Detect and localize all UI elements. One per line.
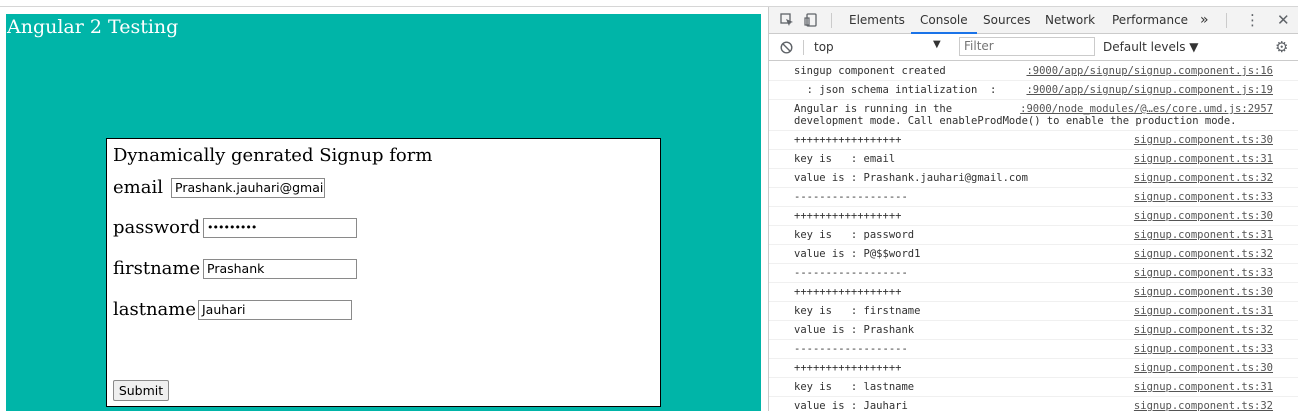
console-message: key is : password signup.component.ts:31 [769, 226, 1298, 245]
console-source-link[interactable]: signup.component.ts:33 [1134, 191, 1273, 203]
device-icon[interactable] [804, 7, 818, 34]
console-message: +++++++++++++++++ signup.component.ts:30 [769, 359, 1298, 378]
app-background: Angular 2 Testing Dynamically genrated S… [6, 14, 761, 411]
console-source-link[interactable]: signup.component.ts:33 [1134, 343, 1273, 355]
console-source-link[interactable]: signup.component.ts:32 [1134, 324, 1273, 336]
console-message: key is : lastname signup.component.ts:31 [769, 378, 1298, 397]
console-message: : json schema intialization : :9000/app/s… [769, 81, 1298, 100]
console-source-link[interactable]: signup.component.ts:31 [1134, 153, 1273, 165]
console-source-link[interactable]: signup.component.ts:31 [1134, 381, 1273, 393]
more-icon[interactable]: ⋮ [1245, 7, 1260, 34]
log-levels-dropdown[interactable]: Default levels ▼ [1103, 40, 1199, 54]
console-message-text: ------------------ [794, 343, 908, 355]
console-message-text: key is : lastname [794, 381, 915, 393]
devtools-tabbar: Elements Console Sources Network Perform… [769, 7, 1298, 34]
filter-input[interactable]: Filter [959, 37, 1095, 56]
console-message: +++++++++++++++++ signup.component.ts:30 [769, 131, 1298, 150]
console-source-link[interactable]: signup.component.ts:30 [1134, 210, 1273, 222]
console-message-text: +++++++++++++++++ [794, 210, 902, 222]
console-message-text: key is : firstname [794, 305, 921, 317]
console-message-text: key is : email [794, 153, 896, 165]
console-message: key is : email signup.component.ts:31 [769, 150, 1298, 169]
console-log-list: singup component created :9000/app/signup… [769, 62, 1298, 411]
firstname-label: firstname [113, 258, 201, 279]
browser-top-strip [0, 0, 1298, 7]
console-source-link[interactable]: :9000/app/signup/signup.component.js:16 [1026, 65, 1273, 77]
console-message: value is : P@$$word1 signup.component.ts:… [769, 245, 1298, 264]
tabbar-separator [831, 13, 832, 28]
console-source-link[interactable]: signup.component.ts:33 [1134, 267, 1273, 279]
console-message-text: singup component created [794, 65, 946, 77]
console-message-text: : json schema intialization : [794, 84, 997, 96]
firstname-field[interactable]: Prashank [203, 259, 357, 279]
console-source-link[interactable]: signup.component.ts:31 [1134, 229, 1273, 241]
console-message-text: value is : Prashank.jauhari@gmail.com [794, 172, 1028, 184]
context-selector[interactable]: top [814, 40, 834, 54]
tab-elements[interactable]: Elements [849, 7, 905, 34]
console-source-link[interactable]: signup.component.ts:30 [1134, 134, 1273, 146]
inspect-icon[interactable] [780, 7, 794, 34]
console-message-text: ------------------ [794, 267, 908, 279]
email-field[interactable]: Prashank.jauhari@gmail.com [171, 178, 325, 198]
console-message: ------------------ signup.component.ts:33 [769, 340, 1298, 359]
app-page: Angular 2 Testing Dynamically genrated S… [0, 7, 768, 411]
console-message: +++++++++++++++++ signup.component.ts:30 [769, 207, 1298, 226]
password-label: password [113, 217, 201, 238]
toolbar-separator [803, 40, 804, 55]
console-source-link[interactable]: signup.component.ts:31 [1134, 305, 1273, 317]
tab-performance[interactable]: Performance [1112, 7, 1188, 34]
console-source-link[interactable]: :9000/app/signup/signup.component.js:19 [1026, 84, 1273, 96]
console-toolbar: top ▼ Filter Default levels ▼ ⚙ [769, 34, 1298, 61]
console-message: Angular is running in the development mo… [769, 100, 1298, 131]
console-message-text: value is : P@$$word1 [794, 248, 921, 260]
app-title: Angular 2 Testing [7, 16, 179, 38]
console-message: +++++++++++++++++ signup.component.ts:30 [769, 283, 1298, 302]
console-message: value is : Jauhari signup.component.ts:32 [769, 397, 1298, 411]
console-message-text: value is : Jauhari [794, 400, 908, 411]
close-icon[interactable]: ✕ [1277, 7, 1290, 34]
settings-icon[interactable]: ⚙ [1275, 34, 1288, 61]
chevron-down-icon[interactable]: ▼ [933, 39, 941, 50]
lastname-label: lastname [113, 299, 197, 320]
console-message-text: +++++++++++++++++ [794, 362, 902, 374]
console-source-link[interactable]: :9000/node_modules/@…es/core.umd.js:2957 [1020, 103, 1273, 115]
submit-button[interactable]: Submit [113, 380, 169, 401]
console-source-link[interactable]: signup.component.ts:32 [1134, 172, 1273, 184]
devtools-panel: Elements Console Sources Network Perform… [768, 7, 1298, 411]
console-source-link[interactable]: signup.component.ts:30 [1134, 362, 1273, 374]
email-label: email [113, 177, 163, 198]
clear-console-icon[interactable] [780, 34, 793, 61]
console-message: ------------------ signup.component.ts:33 [769, 264, 1298, 283]
console-source-link[interactable]: signup.component.ts:32 [1134, 400, 1273, 411]
tab-console[interactable]: Console [911, 7, 977, 34]
console-message-text: +++++++++++++++++ [794, 286, 902, 298]
console-message: singup component created :9000/app/signup… [769, 62, 1298, 81]
console-message: ------------------ signup.component.ts:33 [769, 188, 1298, 207]
console-message-text: key is : password [794, 229, 915, 241]
console-message: value is : Prashank signup.component.ts:3… [769, 321, 1298, 340]
console-message: key is : firstname signup.component.ts:31 [769, 302, 1298, 321]
console-source-link[interactable]: signup.component.ts:30 [1134, 286, 1273, 298]
form-title: Dynamically genrated Signup form [113, 145, 433, 166]
console-message-text: +++++++++++++++++ [794, 134, 902, 146]
tabbar-separator [1226, 13, 1227, 28]
more-tabs-icon[interactable]: » [1200, 7, 1209, 34]
lastname-field[interactable]: Jauhari [198, 300, 352, 320]
password-field[interactable]: ••••••••• [203, 218, 357, 238]
tab-network[interactable]: Network [1045, 7, 1095, 34]
console-source-link[interactable]: signup.component.ts:32 [1134, 248, 1273, 260]
signup-form: Dynamically genrated Signup form email P… [106, 138, 661, 407]
console-message-text: ------------------ [794, 191, 908, 203]
console-message-text: value is : Prashank [794, 324, 915, 336]
console-message: value is : Prashank.jauhari@gmail.com sig… [769, 169, 1298, 188]
tab-sources[interactable]: Sources [983, 7, 1030, 34]
